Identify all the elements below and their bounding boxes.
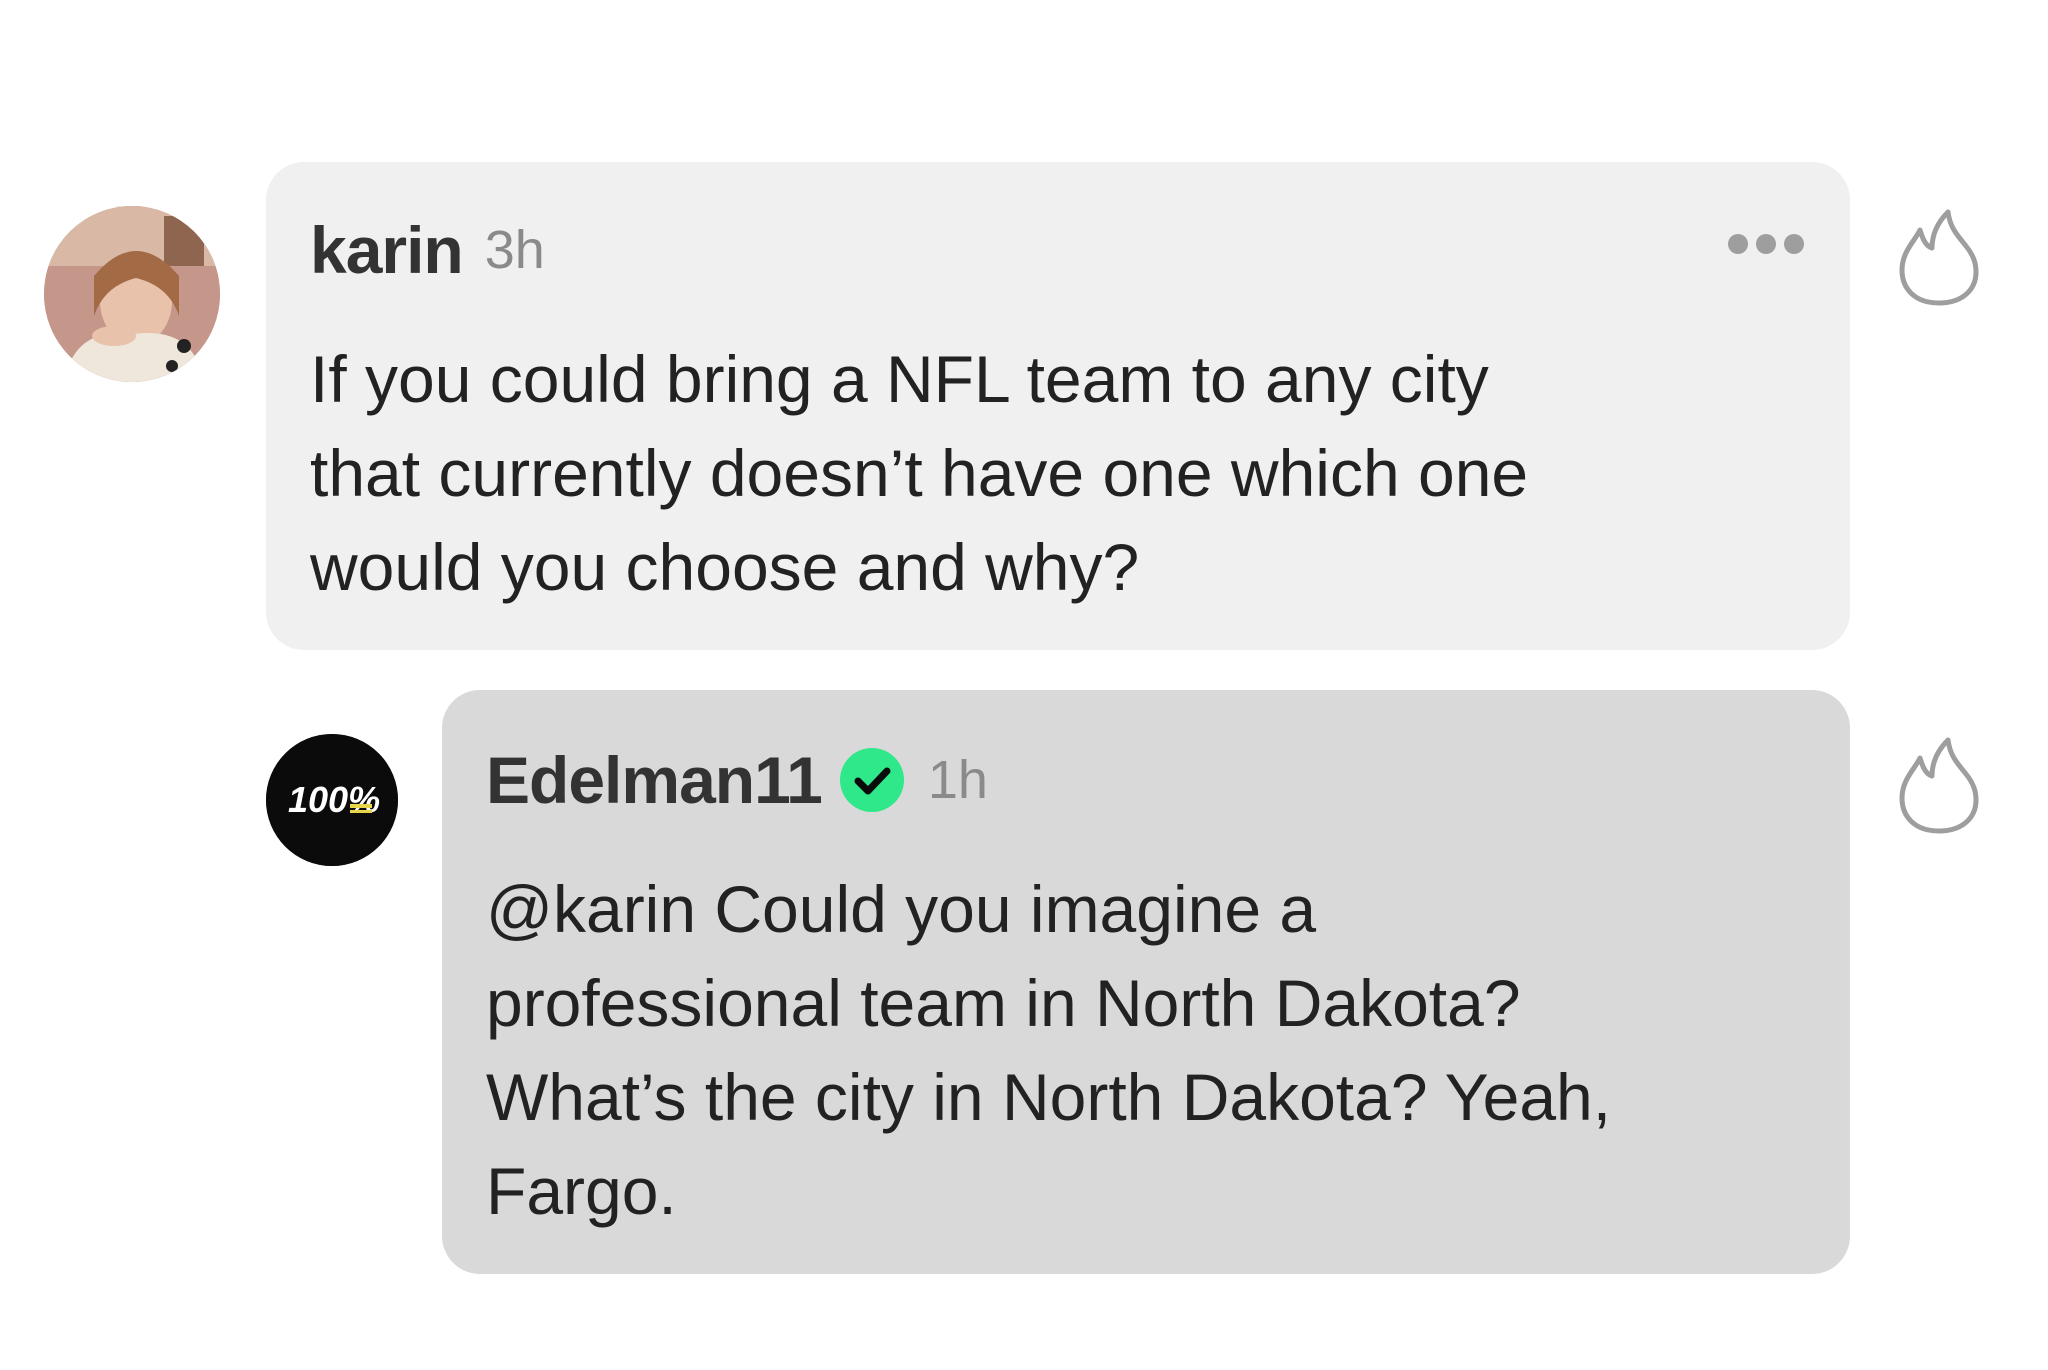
karin-avatar[interactable]	[44, 206, 220, 382]
comment-header: Edelman11 1h	[486, 742, 988, 818]
edelman-logo: 100%	[266, 734, 398, 866]
comment-header: karin 3h	[310, 212, 545, 288]
logo-text: 100%	[288, 779, 380, 820]
comment-text: If you could bring a NFL team to any cit…	[310, 342, 1529, 604]
username[interactable]: Edelman11	[486, 742, 823, 818]
reply-comment[interactable]: Edelman11 1h @karin Could you imagine a …	[442, 690, 1850, 1274]
karin-photo	[44, 206, 220, 382]
fire-icon[interactable]	[1896, 208, 1982, 308]
verified-check-icon	[839, 748, 904, 812]
timestamp: 3h	[484, 220, 545, 280]
edelman-avatar[interactable]: 100%	[266, 734, 398, 866]
fire-icon[interactable]	[1896, 736, 1982, 836]
comment-text: @karin Could you imagine a professional …	[486, 872, 1612, 1228]
more-options-icon[interactable]	[1726, 232, 1806, 256]
timestamp: 1h	[927, 750, 988, 810]
username[interactable]: karin	[310, 212, 464, 288]
question-comment[interactable]: karin 3h If you could bring a NFL team t…	[266, 162, 1850, 650]
